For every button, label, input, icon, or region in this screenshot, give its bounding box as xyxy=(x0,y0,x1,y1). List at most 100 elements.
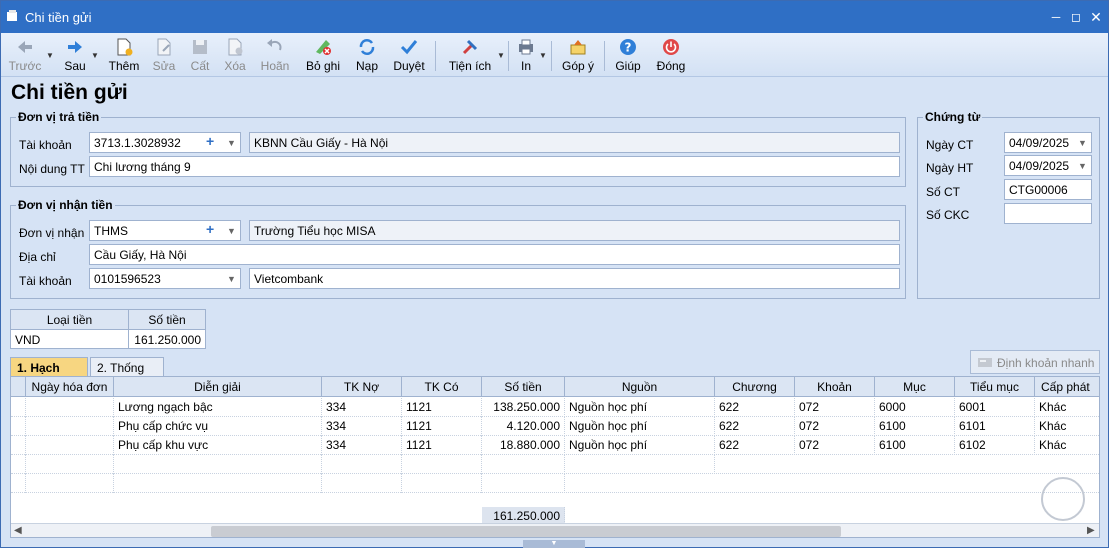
minimize-icon[interactable]: ─ xyxy=(1048,9,1064,25)
grid-cell[interactable]: 072 xyxy=(795,398,875,417)
close-window-icon[interactable]: ✕ xyxy=(1088,9,1104,25)
grid-cell[interactable] xyxy=(26,417,114,436)
next-dropdown-icon[interactable]: ▼ xyxy=(91,51,99,60)
table-row[interactable] xyxy=(11,474,1099,493)
grid-cell[interactable]: 072 xyxy=(795,417,875,436)
payee-bank-field[interactable]: Vietcombank xyxy=(249,268,900,289)
feedback-button[interactable]: Góp ý xyxy=(559,35,597,75)
grid-cell[interactable]: 622 xyxy=(715,417,795,436)
grid-cell[interactable]: Nguồn học phí xyxy=(565,436,715,455)
grid-cell[interactable]: Nguồn học phí xyxy=(565,417,715,436)
prev-dropdown-icon[interactable]: ▼ xyxy=(46,51,54,60)
grid-cell[interactable]: 622 xyxy=(715,398,795,417)
grid-cell[interactable]: Lương ngạch bậc xyxy=(114,398,322,417)
grid-cell[interactable]: 4.120.000 xyxy=(482,417,565,436)
close-button[interactable]: Đóng xyxy=(653,35,689,75)
grid-cell[interactable]: 334 xyxy=(322,436,402,455)
payee-address-field[interactable]: Cầu Giấy, Hà Nội xyxy=(89,244,900,265)
grid-cell[interactable] xyxy=(26,436,114,455)
grid-cell[interactable]: 6102 xyxy=(955,436,1035,455)
payer-account-field[interactable]: 3713.1.3028932 xyxy=(89,132,241,153)
grid-cell[interactable]: 1121 xyxy=(402,436,482,455)
scroll-right-icon[interactable]: ▶ xyxy=(1087,525,1095,536)
grid-cell[interactable] xyxy=(26,474,114,493)
add-icon[interactable]: + xyxy=(206,133,214,149)
grid-cell[interactable]: 6100 xyxy=(875,417,955,436)
save-button[interactable]: Cất xyxy=(184,35,216,75)
grid-cell[interactable]: 1121 xyxy=(402,398,482,417)
add-icon[interactable]: + xyxy=(206,221,214,237)
maximize-icon[interactable]: ◻ xyxy=(1068,9,1084,25)
voucher-no-ckc-field[interactable] xyxy=(1004,203,1092,224)
table-row[interactable]: Lương ngạch bậc 334 1121 138.250.000 Ngu… xyxy=(11,398,1099,417)
next-button[interactable]: Sau xyxy=(57,35,93,75)
grid-cell[interactable]: 18.880.000 xyxy=(482,436,565,455)
grid-cell[interactable] xyxy=(114,455,322,474)
grid-header-cell[interactable]: Chương xyxy=(715,377,795,397)
grid-header-cell[interactable]: Khoản xyxy=(795,377,875,397)
table-row[interactable]: Phụ cấp chức vụ 334 1121 4.120.000 Nguồn… xyxy=(11,417,1099,436)
add-button[interactable]: Thêm xyxy=(106,35,142,75)
help-button[interactable]: ? Giúp xyxy=(611,35,645,75)
grid-cell[interactable]: Khác xyxy=(1035,398,1099,417)
currency-type-cell[interactable]: VND xyxy=(11,330,129,349)
grid-header-cell[interactable]: TK Có xyxy=(402,377,482,397)
chevron-down-icon[interactable]: ▼ xyxy=(227,226,236,236)
print-dropdown-icon[interactable]: ▼ xyxy=(539,51,547,60)
grid-header-cell[interactable]: Mục xyxy=(875,377,955,397)
grid-header-cell[interactable]: Cấp phát xyxy=(1035,377,1099,397)
grid-cell[interactable]: 622 xyxy=(715,436,795,455)
prev-button[interactable]: Trước xyxy=(7,35,43,75)
grid-cell[interactable]: Nguồn học phí xyxy=(565,398,715,417)
grid-cell[interactable]: 334 xyxy=(322,417,402,436)
currency-amount-cell[interactable]: 161.250.000 xyxy=(129,330,205,349)
grid-header-cell[interactable]: Diễn giải xyxy=(114,377,322,397)
grid-cell[interactable]: Khác xyxy=(1035,436,1099,455)
grid-header-cell[interactable]: TK Nợ xyxy=(322,377,402,397)
undo-button[interactable]: Hoãn xyxy=(257,35,293,75)
grid-header-cell[interactable]: Số tiền xyxy=(482,377,565,397)
grid-cell[interactable]: 6101 xyxy=(955,417,1035,436)
grid-cell[interactable]: Phụ cấp khu vực xyxy=(114,436,322,455)
grid-cell[interactable]: Khác xyxy=(1035,417,1099,436)
quick-entry-button[interactable]: Định khoản nhanh xyxy=(970,350,1100,374)
payee-unit-field[interactable]: THMS xyxy=(89,220,241,241)
scroll-left-icon[interactable]: ◀ xyxy=(14,525,22,536)
utilities-button[interactable]: Tiện ích xyxy=(445,35,495,75)
utilities-dropdown-icon[interactable]: ▼ xyxy=(497,51,505,60)
payer-content-field[interactable]: Chi lương tháng 9 xyxy=(89,156,900,177)
grid-header-cell[interactable]: Nguồn xyxy=(565,377,715,397)
grid-cell[interactable] xyxy=(26,398,114,417)
grid-header-cell[interactable]: Ngày hóa đơn xyxy=(26,377,114,397)
payee-account-field[interactable]: 0101596523 xyxy=(89,268,241,289)
grid-cell[interactable]: 6001 xyxy=(955,398,1035,417)
grid-cell[interactable]: Phụ cấp chức vụ xyxy=(114,417,322,436)
tab-accounting[interactable]: 1. Hạch toán xyxy=(10,357,88,389)
grid-cell[interactable]: 072 xyxy=(795,436,875,455)
table-row[interactable]: Phụ cấp khu vực 334 1121 18.880.000 Nguồ… xyxy=(11,436,1099,455)
grid-cell[interactable] xyxy=(482,474,565,493)
horizontal-scrollbar[interactable]: ◀ ▶ xyxy=(11,523,1099,537)
chevron-down-icon[interactable]: ▼ xyxy=(227,138,236,148)
chevron-down-icon[interactable]: ▼ xyxy=(227,274,236,284)
grid-cell[interactable]: 334 xyxy=(322,398,402,417)
grid-cell[interactable] xyxy=(322,474,402,493)
grid-cell[interactable] xyxy=(402,474,482,493)
table-row[interactable] xyxy=(11,455,1099,474)
collapse-handle-icon[interactable]: ▼ xyxy=(523,540,585,548)
grid-cell[interactable]: 6100 xyxy=(875,436,955,455)
voucher-no-ct-field[interactable]: CTG00006 xyxy=(1004,179,1092,200)
tab-statistics[interactable]: 2. Thống kê xyxy=(90,357,164,389)
approve-button[interactable]: Duyệt xyxy=(391,35,427,75)
grid-cell[interactable] xyxy=(114,474,322,493)
unpost-button[interactable]: Bỏ ghi xyxy=(303,35,343,75)
grid-cell[interactable]: 1121 xyxy=(402,417,482,436)
grid-cell[interactable] xyxy=(322,455,402,474)
reload-button[interactable]: Nạp xyxy=(351,35,383,75)
scrollbar-thumb[interactable] xyxy=(211,526,841,537)
grid-cell[interactable] xyxy=(565,455,715,474)
print-button[interactable]: In xyxy=(513,35,539,75)
chevron-down-icon[interactable]: ▼ xyxy=(1078,138,1087,148)
grid-cell[interactable]: 138.250.000 xyxy=(482,398,565,417)
edit-button[interactable]: Sửa xyxy=(147,35,181,75)
